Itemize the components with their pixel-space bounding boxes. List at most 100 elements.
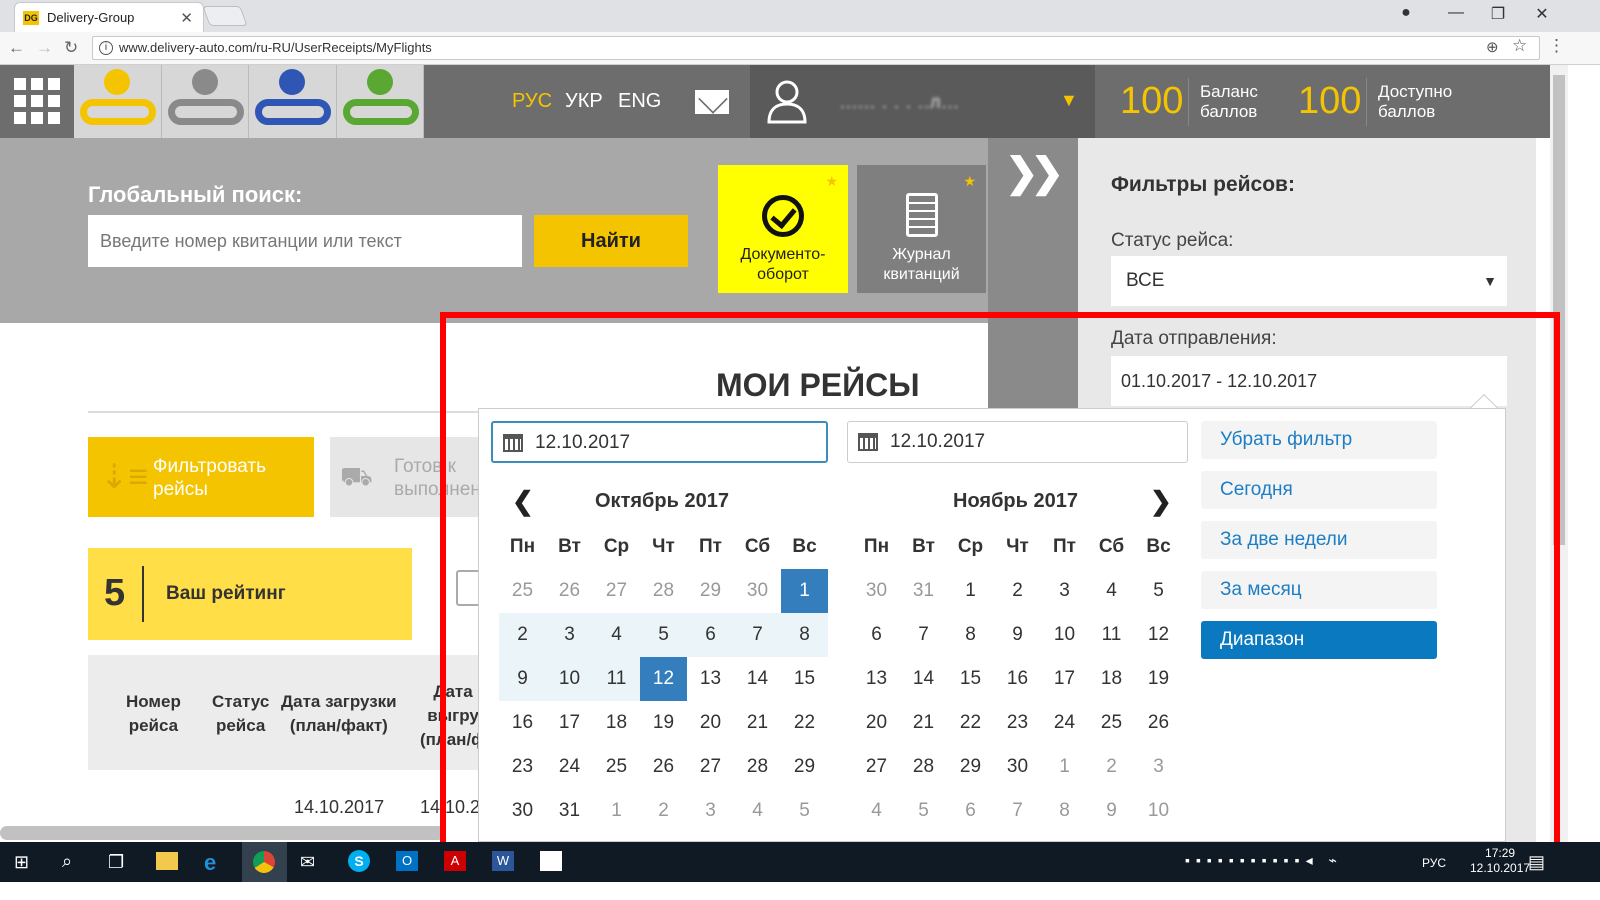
calendar-day[interactable]: 17 <box>1041 657 1088 701</box>
status-select[interactable]: ВСЕ ▼ <box>1111 256 1507 306</box>
calendar-day[interactable]: 5 <box>781 789 828 833</box>
calendar-day[interactable]: 2 <box>994 569 1041 613</box>
calendar-day[interactable]: 10 <box>546 657 593 701</box>
calendar-day[interactable]: 1 <box>947 569 994 613</box>
calendar-day[interactable]: 3 <box>687 789 734 833</box>
chrome-icon[interactable] <box>253 851 275 873</box>
calendar-day[interactable]: 5 <box>640 613 687 657</box>
calendar-day[interactable]: 2 <box>499 613 546 657</box>
calendar-day[interactable]: 9 <box>994 613 1041 657</box>
calendar-day[interactable]: 12 <box>640 657 687 701</box>
calendar-day[interactable]: 8 <box>947 613 994 657</box>
calendar-day[interactable]: 27 <box>687 745 734 789</box>
user-name[interactable]: ...... . . . ..л... <box>840 92 960 113</box>
calendar-day[interactable]: 10 <box>1041 613 1088 657</box>
next-month-chevron-icon[interactable]: ❯ <box>1150 486 1172 517</box>
calendar-day[interactable]: 7 <box>994 789 1041 833</box>
ready-to-execute-button[interactable]: ⛟ Готов к выполнен <box>330 437 490 517</box>
calendar-day[interactable]: 26 <box>640 745 687 789</box>
calendar-day[interactable]: 14 <box>900 657 947 701</box>
calendar-day[interactable]: 24 <box>1041 701 1088 745</box>
calendar-day[interactable]: 3 <box>1041 569 1088 613</box>
calendar-day[interactable]: 15 <box>947 657 994 701</box>
prev-month-chevron-icon[interactable]: ❮ <box>512 486 534 517</box>
calendar-day[interactable]: 30 <box>499 789 546 833</box>
calendar-day[interactable]: 2 <box>1088 745 1135 789</box>
word-icon[interactable]: W <box>492 851 514 871</box>
receipts-journal-tile[interactable]: ★ Журнал квитанций <box>857 165 986 293</box>
column-header-flight-status[interactable]: Статус рейса <box>212 690 269 738</box>
minimize-window-icon[interactable]: — <box>1444 4 1468 22</box>
tab-close-icon[interactable]: ✕ <box>180 9 193 27</box>
calendar-day[interactable]: 6 <box>853 613 900 657</box>
calendar-day[interactable]: 3 <box>1135 745 1182 789</box>
calendar-day[interactable]: 28 <box>900 745 947 789</box>
calendar-day[interactable]: 4 <box>734 789 781 833</box>
zoom-icon[interactable]: ⊕ <box>1486 38 1499 56</box>
mail-app-icon[interactable]: ✉ <box>300 852 315 873</box>
calendar-day[interactable]: 16 <box>499 701 546 745</box>
calendar-day[interactable]: 1 <box>1041 745 1088 789</box>
browser-tab[interactable]: DG Delivery-Group ✕ <box>14 2 204 32</box>
system-clock[interactable]: 17:29 12.10.2017 <box>1470 846 1530 876</box>
calendar-day[interactable]: 8 <box>1041 789 1088 833</box>
calendar-day[interactable]: 1 <box>593 789 640 833</box>
calendar-day[interactable]: 19 <box>1135 657 1182 701</box>
url-field[interactable]: i www.delivery-auto.com/ru-RU/UserReceip… <box>92 36 1540 60</box>
calendar-day[interactable]: 11 <box>1088 613 1135 657</box>
profile-icon[interactable]: ● <box>1394 4 1418 22</box>
site-info-icon[interactable]: i <box>99 41 113 55</box>
apps-menu-icon[interactable] <box>14 78 60 124</box>
task-view-icon[interactable]: ❐ <box>108 852 124 873</box>
calendar-day[interactable]: 8 <box>781 613 828 657</box>
column-header-unload-date[interactable]: Дата выгру (план/ф <box>420 680 486 752</box>
photos-icon[interactable] <box>540 851 562 871</box>
calendar-day[interactable]: 28 <box>734 745 781 789</box>
internet-explorer-icon[interactable]: e <box>204 850 216 876</box>
restore-window-icon[interactable]: ❐ <box>1486 4 1510 24</box>
calendar-day[interactable]: 24 <box>546 745 593 789</box>
calendar-day[interactable]: 10 <box>1135 789 1182 833</box>
calendar-day[interactable]: 19 <box>640 701 687 745</box>
calendar-day[interactable]: 15 <box>781 657 828 701</box>
page-scrollbar[interactable] <box>1550 65 1568 842</box>
user-avatar-icon[interactable] <box>766 78 808 124</box>
filter-flights-button[interactable]: ⇣≡ Фильтровать рейсы <box>88 437 314 517</box>
reload-icon[interactable]: ↻ <box>64 38 78 58</box>
range-end-input[interactable]: 12.10.2017 <box>847 421 1188 463</box>
calendar-day[interactable]: 16 <box>994 657 1041 701</box>
lang-rus-link[interactable]: РУС <box>512 90 552 113</box>
calendar-day[interactable]: 28 <box>640 569 687 613</box>
documents-tile[interactable]: ★ Документо- оборот <box>718 165 848 293</box>
calendar-day[interactable]: 22 <box>781 701 828 745</box>
calendar-day[interactable]: 9 <box>1088 789 1135 833</box>
calendar-day[interactable]: 22 <box>947 701 994 745</box>
skype-icon[interactable]: S <box>348 850 370 872</box>
departure-date-input[interactable]: 01.10.2017 - 12.10.2017 <box>1111 356 1507 406</box>
favorite-star-icon[interactable]: ★ <box>963 171 976 191</box>
calendar-day[interactable]: 23 <box>499 745 546 789</box>
calendar-day[interactable]: 13 <box>853 657 900 701</box>
calendar-day[interactable]: 25 <box>499 569 546 613</box>
calendar-day[interactable]: 1 <box>781 569 828 613</box>
notifications-icon[interactable]: ▤ <box>1528 852 1545 873</box>
pdf-reader-icon[interactable]: A <box>444 851 466 871</box>
calendar-day[interactable]: 18 <box>593 701 640 745</box>
calendar-day[interactable]: 25 <box>593 745 640 789</box>
calendar-day[interactable]: 3 <box>546 613 593 657</box>
calendar-day[interactable]: 5 <box>1135 569 1182 613</box>
input-language[interactable]: РУС <box>1422 856 1446 870</box>
calendar-day[interactable]: 7 <box>900 613 947 657</box>
windows-start-icon[interactable]: ⊞ <box>14 852 29 873</box>
calendar-day[interactable]: 29 <box>781 745 828 789</box>
mail-icon[interactable] <box>695 90 729 114</box>
user-dropdown-caret-icon[interactable]: ▼ <box>1060 90 1078 111</box>
calendar-day[interactable]: 11 <box>593 657 640 701</box>
calendar-day[interactable]: 29 <box>687 569 734 613</box>
calendar-day[interactable]: 9 <box>499 657 546 701</box>
calendar-day[interactable]: 20 <box>687 701 734 745</box>
new-tab-button[interactable] <box>202 6 248 26</box>
calendar-day[interactable]: 4 <box>853 789 900 833</box>
calendar-day[interactable]: 18 <box>1088 657 1135 701</box>
system-tray-icons[interactable]: ▪▪▪▪▪▪▪▪▪▪▪◂ ⌁ <box>1185 852 1343 869</box>
